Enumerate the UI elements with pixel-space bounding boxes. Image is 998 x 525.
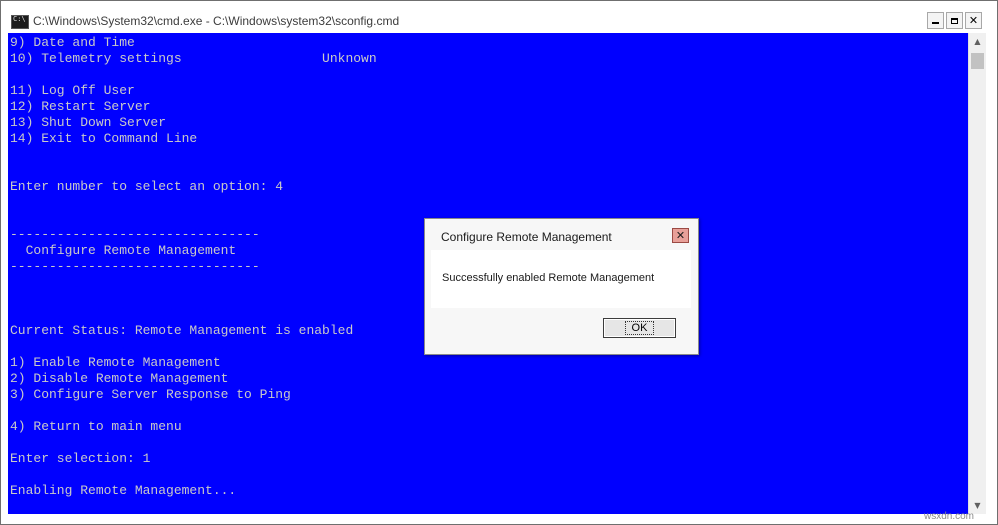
console-line: 10) Telemetry settings Unknown: [10, 51, 377, 66]
console-line: Current Status: Remote Management is ena…: [10, 323, 354, 338]
console-line: Enabling Remote Management...: [10, 483, 237, 498]
console-line: 12) Restart Server: [10, 99, 151, 114]
minimize-button[interactable]: [927, 12, 944, 29]
close-button[interactable]: ✕: [965, 12, 982, 29]
console-line: 14) Exit to Command Line: [10, 131, 198, 146]
console-line: --------------------------------: [10, 259, 260, 274]
console-line: 4) Return to main menu: [10, 419, 182, 434]
maximize-icon: [951, 17, 958, 24]
maximize-button[interactable]: [946, 12, 963, 29]
watermark: wsxdn.com: [924, 511, 975, 522]
console-line: Enter number to select an option: 4: [10, 179, 284, 194]
console-line: 3) Configure Server Response to Ping: [10, 387, 291, 402]
vertical-scrollbar[interactable]: ▲ ▼: [968, 33, 986, 514]
dialog-title: Configure Remote Management: [441, 230, 612, 244]
ok-button-label: OK: [624, 321, 655, 335]
console-line: Enter selection: 1: [10, 451, 151, 466]
close-icon: ✕: [675, 229, 686, 242]
console-line: --------------------------------: [10, 227, 260, 242]
window-title: C:\Windows\System32\cmd.exe - C:\Windows…: [33, 14, 400, 28]
minimize-icon: [932, 22, 939, 24]
console-line: 2) Disable Remote Management: [10, 371, 229, 386]
scroll-thumb[interactable]: [971, 53, 984, 69]
console-line: 13) Shut Down Server: [10, 115, 167, 130]
title-bar[interactable]: C:\Windows\System32\cmd.exe - C:\Windows…: [1, 1, 997, 33]
scroll-up-arrow-icon[interactable]: ▲: [969, 33, 986, 50]
dialog-message: Successfully enabled Remote Management: [442, 272, 655, 284]
ok-button[interactable]: OK: [603, 318, 676, 338]
dialog-message-area: Successfully enabled Remote Management: [431, 250, 691, 308]
console-line: 9) Date and Time: [10, 35, 135, 50]
console-line: 11) Log Off User: [10, 83, 135, 98]
close-icon: ✕: [968, 14, 979, 27]
cmd-app-icon: [11, 15, 29, 29]
remote-management-dialog: Configure Remote Management ✕ Successful…: [424, 218, 699, 355]
console-line: Configure Remote Management: [10, 243, 237, 258]
console-line: 1) Enable Remote Management: [10, 355, 221, 370]
dialog-close-button[interactable]: ✕: [672, 228, 689, 243]
